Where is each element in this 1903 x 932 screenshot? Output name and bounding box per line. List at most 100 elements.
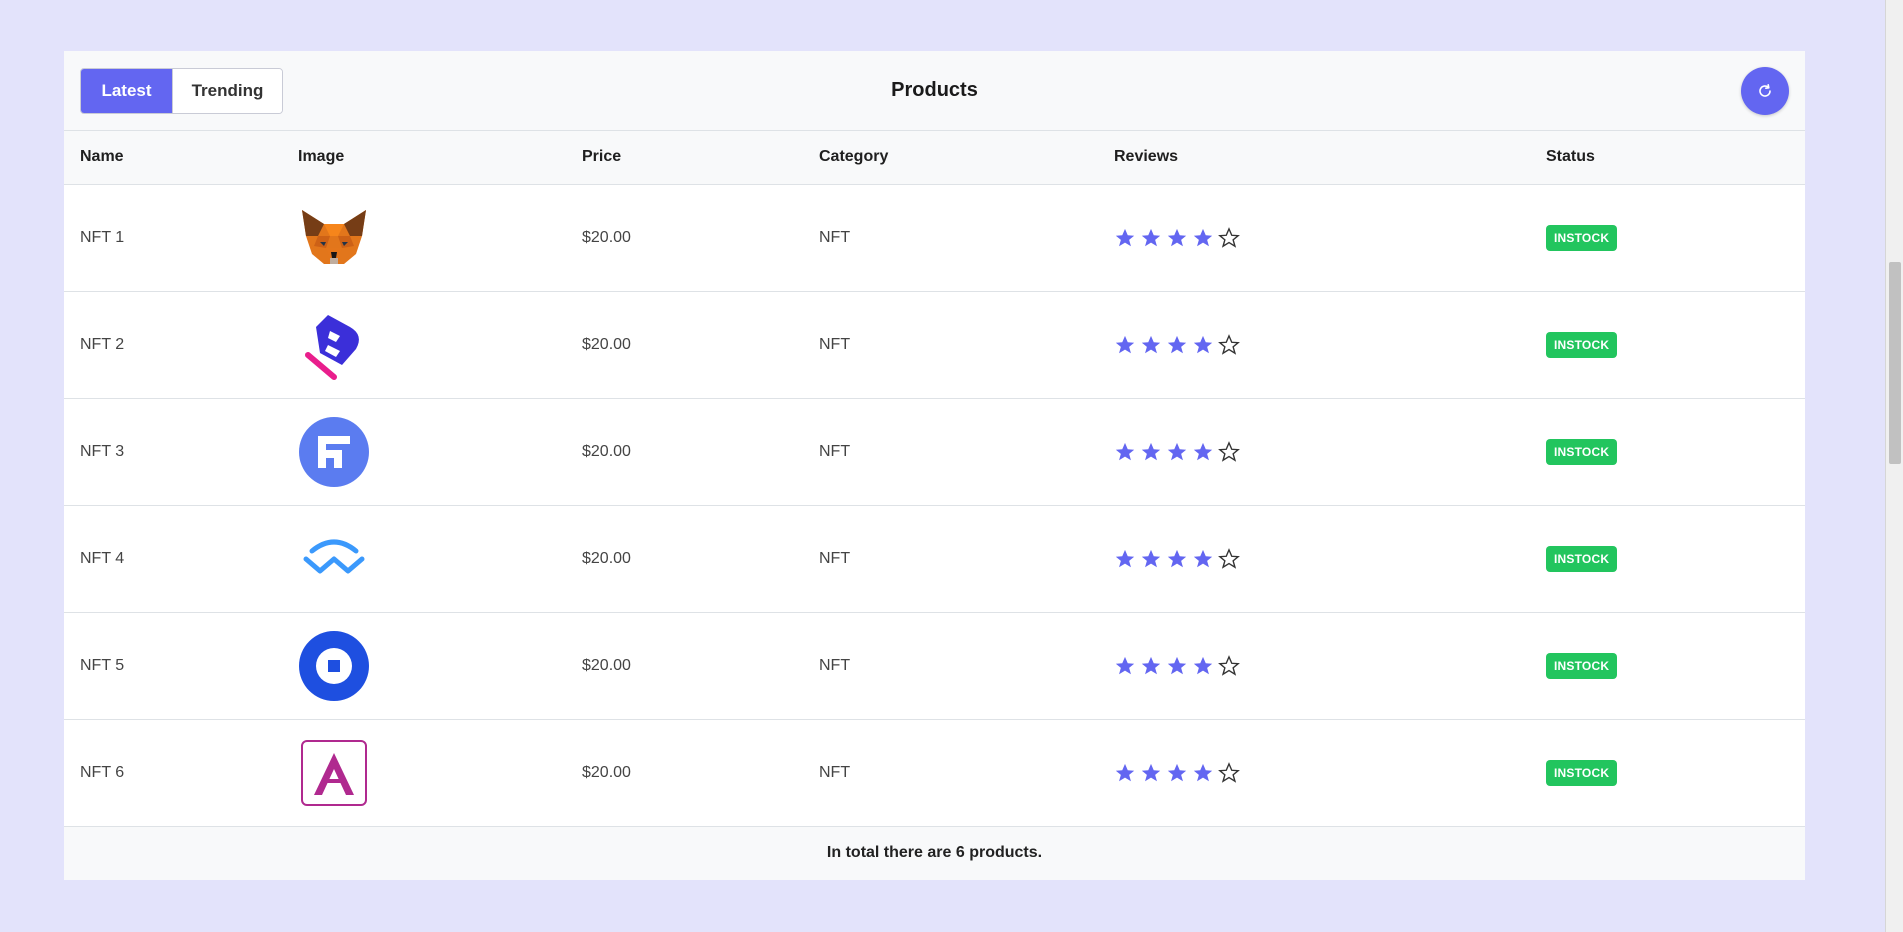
cell-name: NFT 4: [80, 549, 125, 567]
page: Latest Trending Products Name Image Pric…: [0, 0, 1903, 932]
cell-price: $20.00: [582, 228, 631, 246]
table-row[interactable]: NFT 1 $20.00 NFT INSTOCK: [64, 184, 1805, 291]
cell-reviews: [1098, 398, 1530, 505]
cell-status: INSTOCK: [1530, 291, 1805, 398]
cell-price: $20.00: [582, 549, 631, 567]
status-badge: INSTOCK: [1546, 759, 1618, 786]
star-filled-icon: [1167, 549, 1187, 567]
cell-status: INSTOCK: [1530, 505, 1805, 612]
star-empty-icon: [1218, 226, 1240, 248]
blue-ring-logo: [299, 630, 369, 701]
column-header-price[interactable]: Price: [566, 131, 803, 184]
table-row[interactable]: NFT 4 $20.00 NFT INSTOCK: [64, 505, 1805, 612]
vertical-scrollbar[interactable]: [1885, 0, 1903, 932]
refresh-button[interactable]: [1741, 67, 1789, 115]
column-header-name[interactable]: Name: [64, 131, 282, 184]
star-filled-icon: [1115, 442, 1135, 460]
status-badge: INSTOCK: [1546, 331, 1618, 358]
rating-stars: [1114, 333, 1530, 356]
cell-image: [282, 505, 566, 612]
cell-image: [282, 184, 566, 291]
star-filled-icon: [1193, 763, 1213, 781]
cell-name: NFT 6: [80, 763, 125, 781]
star-filled-icon: [1167, 335, 1187, 353]
star-filled-icon: [1115, 656, 1135, 674]
blue-b-logo: [305, 314, 359, 380]
table-row[interactable]: NFT 3 $20.00 NFT INSTOCK: [64, 398, 1805, 505]
rating-stars: [1114, 547, 1530, 570]
cell-reviews: [1098, 291, 1530, 398]
cell-image: [282, 291, 566, 398]
cell-category: NFT: [819, 656, 851, 674]
star-filled-icon: [1141, 763, 1161, 781]
page-title: Products: [891, 79, 978, 101]
cell-status: INSTOCK: [1530, 398, 1805, 505]
cell-reviews: [1098, 719, 1530, 826]
cell-name: NFT 5: [80, 656, 125, 674]
column-header-image: Image: [298, 148, 345, 166]
cell-price: $20.00: [582, 335, 631, 353]
star-filled-icon: [1141, 549, 1161, 567]
cell-price: $20.00: [582, 442, 631, 460]
star-filled-icon: [1193, 442, 1213, 460]
metamask-fox-logo: [302, 209, 366, 264]
cell-reviews: [1098, 505, 1530, 612]
star-filled-icon: [1141, 228, 1161, 246]
cell-status: INSTOCK: [1530, 184, 1805, 291]
star-filled-icon: [1193, 228, 1213, 246]
column-header-status[interactable]: Status: [1530, 131, 1805, 184]
magenta-a-logo: [301, 739, 367, 806]
star-filled-icon: [1167, 656, 1187, 674]
rating-stars: [1114, 761, 1530, 784]
column-header-category[interactable]: Category: [803, 131, 1098, 184]
rating-stars: [1114, 654, 1530, 677]
star-filled-icon: [1167, 228, 1187, 246]
scrollbar-thumb[interactable]: [1889, 262, 1901, 464]
status-badge: INSTOCK: [1546, 224, 1618, 251]
star-filled-icon: [1193, 335, 1213, 353]
rating-stars: [1114, 440, 1530, 463]
status-badge: INSTOCK: [1546, 652, 1618, 679]
table-header-row: Name Image Price Category Reviews Status: [64, 131, 1805, 184]
star-filled-icon: [1167, 442, 1187, 460]
table-row[interactable]: NFT 5 $20.00 NFT INSTOCK: [64, 612, 1805, 719]
star-filled-icon: [1193, 656, 1213, 674]
products-card: Latest Trending Products Name Image Pric…: [64, 51, 1805, 880]
star-empty-icon: [1218, 654, 1240, 676]
refresh-icon: [1759, 84, 1771, 97]
cell-reviews: [1098, 612, 1530, 719]
star-filled-icon: [1115, 335, 1135, 353]
cell-status: INSTOCK: [1530, 612, 1805, 719]
star-empty-icon: [1218, 333, 1240, 355]
cell-price: $20.00: [582, 656, 631, 674]
table-row[interactable]: NFT 2 $20.00 NFT INSTOCK: [64, 291, 1805, 398]
column-header-reviews[interactable]: Reviews: [1098, 131, 1530, 184]
walletconnect-logo: [303, 539, 365, 573]
circle-f-logo: [299, 416, 369, 487]
cell-category: NFT: [819, 442, 851, 460]
rating-stars: [1114, 226, 1530, 249]
star-empty-icon: [1218, 547, 1240, 569]
star-filled-icon: [1141, 656, 1161, 674]
table-body: NFT 1 $20.00 NFT INSTOCK NFT 2 $20.00 NF…: [64, 184, 1805, 826]
star-filled-icon: [1141, 335, 1161, 353]
status-badge: INSTOCK: [1546, 545, 1618, 572]
cell-image: [282, 398, 566, 505]
cell-category: NFT: [819, 335, 851, 353]
star-filled-icon: [1115, 549, 1135, 567]
table-header: Name Image Price Category Reviews Status: [64, 131, 1805, 184]
star-filled-icon: [1193, 549, 1213, 567]
star-empty-icon: [1218, 440, 1240, 462]
card-header: Latest Trending Products: [64, 51, 1805, 131]
cell-category: NFT: [819, 763, 851, 781]
cell-name: NFT 3: [80, 442, 125, 460]
star-filled-icon: [1115, 228, 1135, 246]
cell-status: INSTOCK: [1530, 719, 1805, 826]
cell-price: $20.00: [582, 763, 631, 781]
table-row[interactable]: NFT 6 $20.00 NFT INSTOCK: [64, 719, 1805, 826]
total-products-text: In total there are 6 products.: [826, 844, 1043, 861]
table-footer: In total there are 6 products.: [64, 826, 1805, 880]
cell-category: NFT: [819, 228, 851, 246]
cell-category: NFT: [819, 549, 851, 567]
products-table: Name Image Price Category Reviews Status…: [64, 131, 1805, 827]
